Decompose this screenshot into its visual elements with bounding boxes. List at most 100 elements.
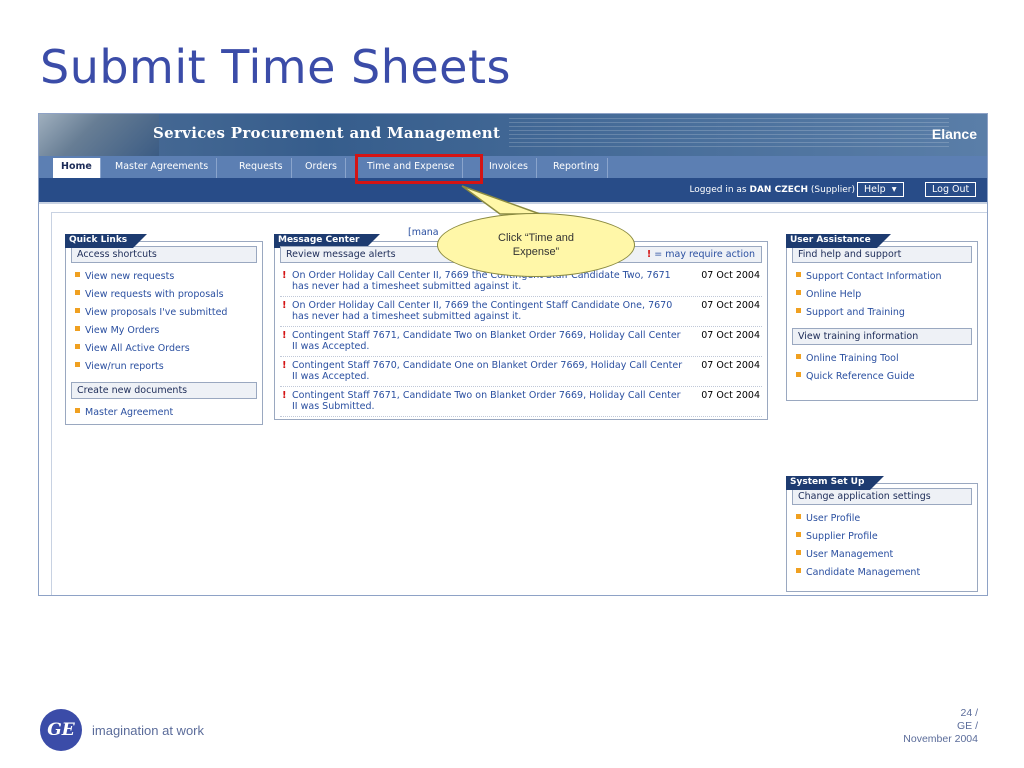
link-label: Online Help [806, 289, 862, 300]
bullet-icon [75, 290, 80, 295]
bullet-icon [796, 532, 801, 537]
link-user-profile[interactable]: User Profile [796, 513, 972, 524]
link-label: User Profile [806, 513, 861, 524]
link-label: View All Active Orders [85, 343, 190, 354]
bullet-icon [796, 514, 801, 519]
link-online-help[interactable]: Online Help [796, 289, 972, 300]
system-setup-title: System Set Up [786, 476, 885, 490]
message-text: Contingent Staff 7671, Candidate Two on … [292, 390, 681, 412]
bullet-icon [796, 568, 801, 573]
link-master-agreement[interactable]: Master Agreement [75, 407, 257, 418]
link-supplier-profile[interactable]: Supplier Profile [796, 531, 972, 542]
app-settings-heading: Change application settings [792, 488, 972, 505]
message-item[interactable]: ! On Order Holiday Call Center II, 7669 t… [280, 297, 762, 327]
logout-button[interactable]: Log Out [925, 182, 977, 197]
link-user-management[interactable]: User Management [796, 549, 972, 560]
link-label: Master Agreement [85, 407, 174, 418]
tab-orders[interactable]: Orders [297, 158, 346, 178]
link-view-all-active-orders[interactable]: View All Active Orders [75, 343, 257, 354]
link-view-proposals-submitted[interactable]: View proposals I've submitted [75, 307, 257, 318]
message-date: 07 Oct 2004 [701, 270, 760, 281]
create-documents-heading: Create new documents [71, 382, 257, 399]
bullet-icon [796, 550, 801, 555]
legend-text: = may require action [654, 249, 755, 260]
tab-invoices[interactable]: Invoices [481, 158, 537, 178]
bullet-icon [75, 362, 80, 367]
link-view-requests-with-proposals[interactable]: View requests with proposals [75, 289, 257, 300]
link-label: Supplier Profile [806, 531, 878, 542]
help-button[interactable]: Help ▾ [857, 182, 904, 197]
link-candidate-management[interactable]: Candidate Management [796, 567, 972, 578]
elance-logo[interactable]: Elance [932, 126, 977, 142]
bullet-icon [796, 272, 801, 277]
message-item[interactable]: ! Contingent Staff 7671, Candidate Two on… [280, 387, 762, 417]
link-view-run-reports[interactable]: View/run reports [75, 361, 257, 372]
message-item[interactable]: ! Contingent Staff 7671, Candidate Two on… [280, 327, 762, 357]
help-label: Help [864, 184, 886, 195]
tab-highlight-box [355, 154, 483, 184]
link-label: View requests with proposals [85, 289, 224, 300]
banner-image [39, 114, 159, 156]
banner-decoration [509, 118, 949, 148]
system-setup-panel: System Set Up Change application setting… [786, 469, 978, 592]
bullet-icon [796, 290, 801, 295]
user-assistance-title: User Assistance [786, 234, 891, 248]
callout-text: Click “Time and Expense” [498, 232, 574, 258]
tab-reporting[interactable]: Reporting [545, 158, 609, 178]
link-label: User Management [806, 549, 894, 560]
exclamation-icon: ! [282, 390, 287, 401]
link-label: View/run reports [85, 361, 164, 372]
slide-date: November 2004 [903, 733, 978, 745]
app-screenshot: Services Procurement and Management Elan… [38, 113, 988, 596]
slide-title: Submit Time Sheets [40, 40, 511, 94]
link-support-contact[interactable]: Support Contact Information [796, 271, 972, 282]
exclamation-icon: ! [282, 300, 287, 311]
link-label: Support Contact Information [806, 271, 942, 282]
message-item[interactable]: ! Contingent Staff 7670, Candidate One on… [280, 357, 762, 387]
page-number: 24 / [960, 707, 978, 719]
tab-master-agreements[interactable]: Master Agreements [107, 158, 218, 178]
link-view-new-requests[interactable]: View new requests [75, 271, 257, 282]
link-label: Quick Reference Guide [806, 371, 915, 382]
message-date: 07 Oct 2004 [701, 300, 760, 311]
bullet-icon [75, 308, 80, 313]
link-online-training-tool[interactable]: Online Training Tool [796, 353, 972, 364]
app-banner: Services Procurement and Management Elan… [39, 114, 987, 156]
main-nav: Home Master Agreements Requests Orders T… [39, 156, 987, 178]
bullet-icon [75, 408, 80, 413]
exclamation-icon: ! [646, 249, 652, 260]
manage-messages-link[interactable]: [mana [408, 227, 439, 238]
action-legend: ! = may require action [647, 249, 755, 260]
link-support-training[interactable]: Support and Training [796, 307, 972, 318]
page-info: 24 / GE / November 2004 [903, 707, 978, 746]
message-text: On Order Holiday Call Center II, 7669 th… [292, 300, 673, 322]
tab-requests[interactable]: Requests [231, 158, 292, 178]
user-role: (Supplier) [810, 185, 855, 195]
quick-links-panel: Quick Links Access shortcuts View new re… [65, 227, 263, 425]
exclamation-icon: ! [282, 360, 287, 371]
ge-logo: GE [40, 709, 82, 751]
link-quick-reference[interactable]: Quick Reference Guide [796, 371, 972, 382]
link-label: View My Orders [85, 325, 160, 336]
find-help-heading: Find help and support [792, 246, 972, 263]
user-bar: Logged in as DAN CZECH (Supplier) Help ▾… [39, 178, 987, 202]
message-text: Contingent Staff 7670, Candidate One on … [292, 360, 683, 382]
bullet-icon [75, 344, 80, 349]
link-label: Candidate Management [806, 567, 921, 578]
link-view-my-orders[interactable]: View My Orders [75, 325, 257, 336]
tab-home[interactable]: Home [53, 158, 101, 178]
nav-divider [39, 202, 987, 204]
exclamation-icon: ! [282, 270, 287, 281]
link-label: View new requests [85, 271, 175, 282]
user-assistance-panel: User Assistance Find help and support Su… [786, 227, 978, 401]
message-date: 07 Oct 2004 [701, 330, 760, 341]
quick-links-title: Quick Links [65, 234, 148, 248]
exclamation-icon: ! [282, 330, 287, 341]
bullet-icon [75, 326, 80, 331]
logged-in-prefix: Logged in as [689, 185, 747, 195]
logged-in-status: Logged in as DAN CZECH (Supplier) [689, 185, 855, 195]
chevron-down-icon: ▾ [888, 184, 897, 195]
access-shortcuts-heading: Access shortcuts [71, 246, 257, 263]
company-name: GE / [956, 720, 978, 732]
link-label: View proposals I've submitted [85, 307, 228, 318]
